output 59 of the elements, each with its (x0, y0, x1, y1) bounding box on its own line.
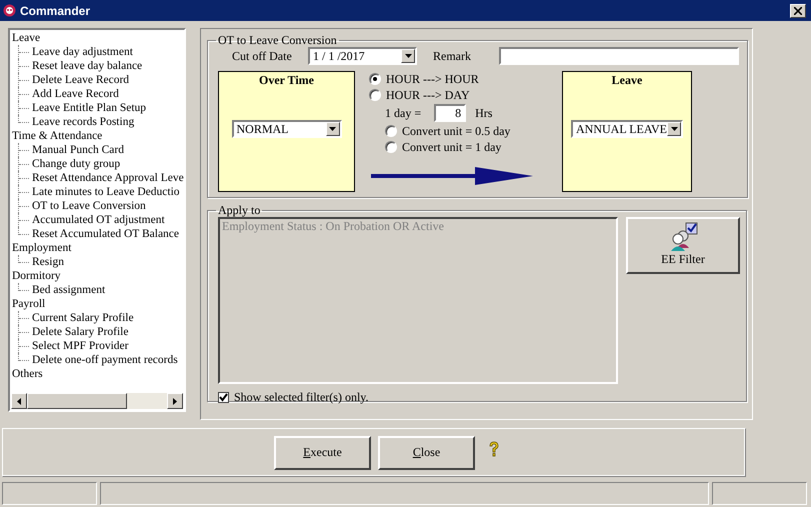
field-label: 1 day = (385, 106, 422, 120)
tree-item[interactable]: Leave Entitle Plan Setup (32, 101, 146, 115)
panel-title: Over Time (259, 73, 314, 88)
dropdown-arrow-icon (670, 127, 678, 131)
radio-option[interactable]: Convert unit = 1 day (385, 139, 541, 155)
tree-item[interactable]: Manual Punch Card (32, 143, 124, 157)
help-icon[interactable] (488, 440, 500, 456)
tree-item[interactable]: Current Salary Profile (32, 311, 134, 325)
filter-text: Employment Status : On Probation OR Active (222, 219, 444, 233)
tree-item[interactable]: Select MPF Provider (32, 339, 128, 353)
scroll-left-icon[interactable] (17, 398, 21, 404)
overtime-dropdown[interactable]: NORMAL (232, 120, 342, 138)
tree-item[interactable]: Add Leave Record (32, 87, 119, 101)
hours-field[interactable]: 8 (434, 104, 466, 122)
date-dropdown[interactable]: 1 / 1 /2017 (308, 47, 417, 65)
tree-item[interactable]: Dormitory (12, 269, 61, 283)
tree-item[interactable]: Delete Leave Record (32, 73, 130, 87)
tree-item[interactable]: Leave records Posting (32, 115, 134, 129)
panel-title: Leave (612, 73, 642, 88)
field-label: Remark (433, 48, 472, 64)
remark-field[interactable] (499, 47, 739, 65)
tree-item[interactable]: Others (12, 367, 43, 381)
field-label: Cut off Date (232, 48, 293, 64)
tree-item[interactable]: Accumulated OT adjustment (32, 213, 165, 227)
radio-option[interactable]: HOUR ---> DAY (369, 87, 541, 103)
leave-dropdown[interactable]: ANNUAL LEAVE (571, 120, 683, 138)
scroll-right-icon[interactable] (173, 398, 177, 404)
tree-item[interactable]: Delete Salary Profile (32, 325, 128, 339)
tree-item[interactable]: Reset Accumulated OT Balance (32, 227, 180, 241)
app-icon (3, 4, 16, 17)
dropdown-arrow-icon (329, 127, 336, 131)
check-icon (219, 393, 228, 402)
tree-item[interactable]: Leave (12, 31, 40, 45)
dropdown-arrow-icon (404, 54, 412, 58)
radio-option[interactable]: Convert unit = 0.5 day (385, 123, 541, 139)
window-title: Commander (20, 4, 92, 18)
tree-item[interactable]: Bed assignment (32, 283, 106, 297)
horizontal-scrollbar[interactable] (11, 393, 183, 409)
tree-item[interactable]: Resign (32, 255, 64, 269)
tree-item[interactable]: Employment (12, 241, 72, 255)
tree-item[interactable]: Change duty group (32, 157, 120, 171)
ee-filter-button[interactable]: EE Filter (626, 217, 740, 274)
tree-item[interactable]: Delete one-off payment records (32, 353, 178, 367)
tree-item[interactable]: Time & Attendance (12, 129, 102, 143)
tree-item[interactable]: Reset leave day balance (32, 59, 142, 73)
group-title: OT to Leave Conversion (217, 34, 338, 46)
close-button[interactable] (790, 4, 806, 18)
tree-item[interactable]: Leave day adjustment (32, 45, 133, 59)
action-button[interactable]: Execute (274, 436, 371, 470)
tree-item[interactable]: Payroll (12, 297, 46, 311)
close-icon (794, 6, 802, 14)
unit-label: Hrs (475, 106, 492, 120)
tree-item[interactable]: OT to Leave Conversion (32, 199, 146, 213)
tree-item[interactable]: Late minutes to Leave Deductio (32, 185, 180, 199)
radio-option[interactable]: HOUR ---> HOUR (369, 71, 541, 87)
show-selected-checkbox[interactable]: Show selected filter(s) only. (218, 390, 740, 405)
tree-item[interactable]: Reset Attendance Approval Leve (32, 171, 184, 185)
group-title: Apply to (217, 204, 262, 216)
action-button[interactable]: Close (378, 436, 475, 470)
